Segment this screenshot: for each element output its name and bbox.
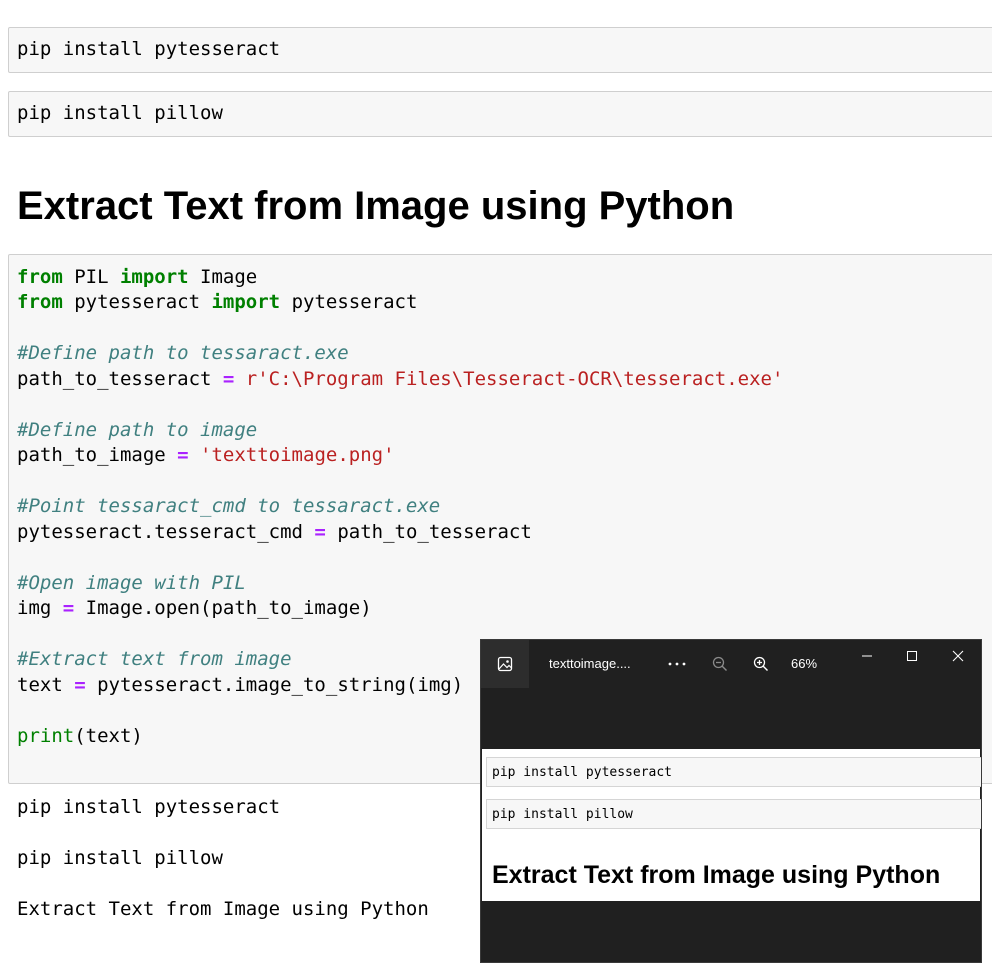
image-cell: pip install pytesseract xyxy=(486,757,981,787)
module: pytesseract xyxy=(62,291,212,313)
output-line: pip install pytesseract xyxy=(17,796,281,818)
expression: path_to_tesseract xyxy=(325,521,532,543)
zoom-in-icon[interactable] xyxy=(749,652,773,676)
code-line: print(text) xyxy=(17,724,143,748)
variable: path_to_tesseract xyxy=(17,368,223,390)
operator: = xyxy=(177,444,189,466)
variable: text xyxy=(17,674,75,696)
expression: Image.open(path_to_image) xyxy=(74,597,372,619)
code-comment: #Define path to tessaract.exe xyxy=(17,342,349,364)
output-line: pip install pillow xyxy=(17,847,223,869)
photo-icon[interactable] xyxy=(481,640,529,688)
keyword: from xyxy=(17,266,63,288)
page-heading: Extract Text from Image using Python xyxy=(17,184,735,228)
image-heading: Extract Text from Image using Python xyxy=(492,861,941,889)
viewer-titlebar[interactable]: texttoimage.... 66% xyxy=(481,640,981,688)
code-comment: #Point tessaract_cmd to tessaract.exe xyxy=(17,495,441,517)
string: 'texttoimage.png' xyxy=(188,444,395,466)
viewer-file-name: texttoimage.... xyxy=(549,656,631,671)
code-line: text = pytesseract.image_to_string(img) xyxy=(17,673,463,697)
zoom-out-icon[interactable] xyxy=(708,652,732,676)
install-pillow-cell[interactable]: pip install pillow xyxy=(8,91,992,137)
keyword: import xyxy=(211,291,281,313)
code-comment: #Extract text from image xyxy=(17,648,292,670)
keyword: import xyxy=(119,266,189,288)
viewer-image: pip install pytesseract pip install pill… xyxy=(482,749,981,901)
image-cell: pip install pillow xyxy=(486,799,981,829)
name: pytesseract xyxy=(280,291,418,313)
cell-text: pip install pytesseract xyxy=(17,38,281,60)
string: r'C:\Program Files\Tesseract-OCR\tessera… xyxy=(234,368,784,390)
code-line: from pytesseract import pytesseract xyxy=(17,290,417,314)
output-line: Extract Text from Image using Python xyxy=(17,898,429,920)
name: Image xyxy=(188,266,258,288)
cell-text: pip install pillow xyxy=(17,102,223,124)
image-cell-text: pip install pytesseract xyxy=(492,765,673,780)
code-comment: #Open image with PIL xyxy=(17,572,246,594)
code-comment: #Define path to image xyxy=(17,419,258,441)
builtin: print xyxy=(17,725,75,747)
operator: = xyxy=(222,368,235,390)
keyword: from xyxy=(17,291,63,313)
more-icon[interactable] xyxy=(665,652,689,676)
image-viewer-window[interactable]: texttoimage.... 66% pip install pytesser… xyxy=(480,639,982,963)
module: PIL xyxy=(62,266,120,288)
image-cell-text: pip install pillow xyxy=(492,807,633,822)
expression: (text) xyxy=(74,725,143,747)
operator: = xyxy=(62,597,75,619)
zoom-level[interactable]: 66% xyxy=(791,656,817,671)
variable: pytesseract.tesseract_cmd xyxy=(17,521,315,543)
variable: img xyxy=(17,597,63,619)
code-line: from PIL import Image xyxy=(17,265,257,289)
variable: path_to_image xyxy=(17,444,178,466)
maximize-icon[interactable] xyxy=(900,644,924,668)
expression: pytesseract.image_to_string(img) xyxy=(85,674,464,696)
install-pytesseract-cell[interactable]: pip install pytesseract xyxy=(8,27,992,73)
code-line: img = Image.open(path_to_image) xyxy=(17,596,372,620)
operator: = xyxy=(74,674,86,696)
operator: = xyxy=(314,521,326,543)
minimize-icon[interactable] xyxy=(855,644,879,668)
close-icon[interactable] xyxy=(946,644,970,668)
code-line: path_to_tesseract = r'C:\Program Files\T… xyxy=(17,367,783,391)
code-line: pytesseract.tesseract_cmd = path_to_tess… xyxy=(17,520,532,544)
code-line: path_to_image = 'texttoimage.png' xyxy=(17,443,395,467)
